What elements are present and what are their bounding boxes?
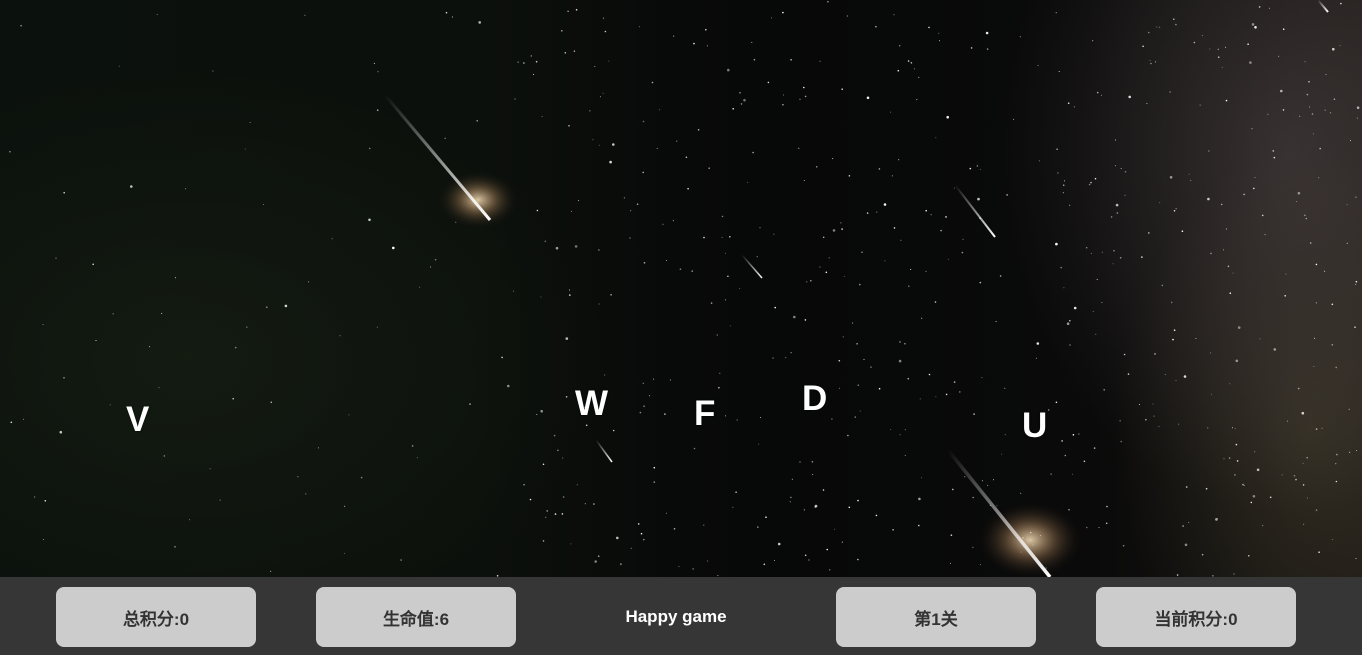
lives-button[interactable]: 生命值:6 <box>316 587 516 647</box>
meteor <box>1317 0 1329 13</box>
meteor <box>383 94 520 230</box>
falling-letter: F <box>694 394 716 433</box>
falling-letter: U <box>1022 406 1048 445</box>
current-score-button[interactable]: 当前积分:0 <box>1096 587 1296 647</box>
meteor <box>954 184 996 238</box>
night-sky-background <box>9 0 1360 577</box>
meteor <box>741 254 763 279</box>
star-field <box>9 0 1360 577</box>
falling-letter: W <box>575 384 609 423</box>
meteor <box>946 448 1085 577</box>
falling-letter: D <box>802 379 828 418</box>
falling-letter: V <box>126 400 150 439</box>
status-bar: 总积分:0 生命值:6 Happy game 第1关 当前积分:0 <box>0 577 1362 655</box>
game-stage: V W F D U <box>0 0 1362 577</box>
level-button[interactable]: 第1关 <box>836 587 1036 647</box>
total-score-button[interactable]: 总积分:0 <box>56 587 256 647</box>
game-title: Happy game <box>625 607 727 626</box>
meteor <box>595 439 613 463</box>
